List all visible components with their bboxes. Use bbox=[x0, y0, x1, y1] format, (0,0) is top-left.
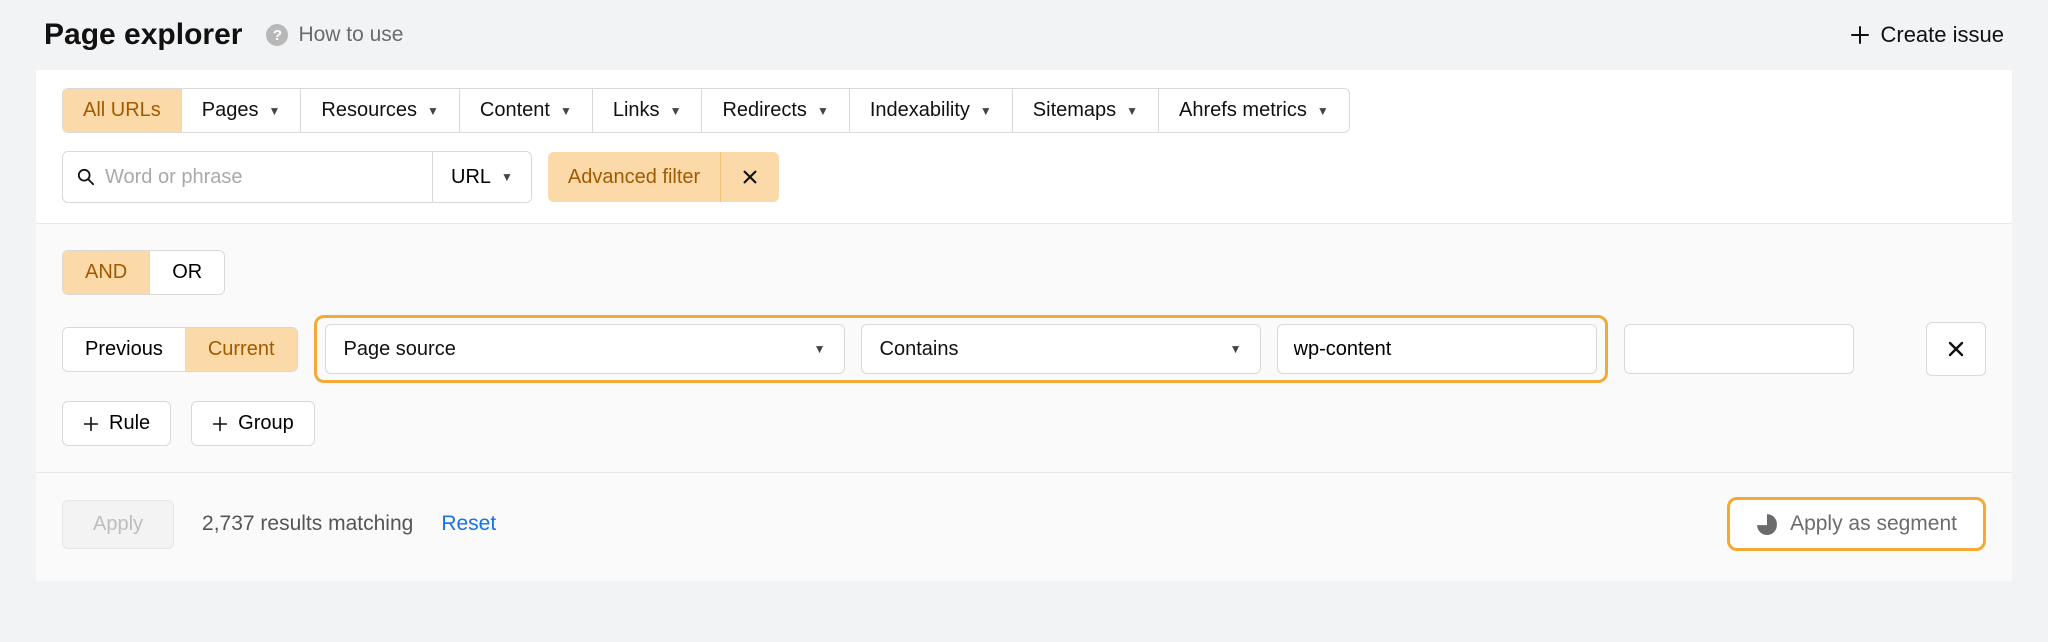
rule-operator-select[interactable]: Contains ▼ bbox=[861, 324, 1261, 374]
filter-tab-label: Indexability bbox=[870, 99, 970, 122]
apply-button[interactable]: Apply bbox=[62, 500, 174, 549]
search-box[interactable] bbox=[63, 152, 433, 202]
close-icon bbox=[741, 168, 759, 186]
logic-or[interactable]: OR bbox=[150, 251, 224, 294]
filter-tab-sitemaps[interactable]: Sitemaps ▼ bbox=[1013, 89, 1159, 132]
plus-icon bbox=[212, 416, 228, 432]
create-issue-button[interactable]: Create issue bbox=[1850, 22, 2004, 48]
caret-down-icon: ▼ bbox=[427, 104, 439, 118]
plus-icon bbox=[1850, 25, 1870, 45]
filter-tab-indexability[interactable]: Indexability ▼ bbox=[850, 89, 1013, 132]
apply-as-segment-button[interactable]: Apply as segment bbox=[1727, 497, 1986, 551]
add-rule-label: Rule bbox=[109, 412, 150, 435]
rule-operator-label: Contains bbox=[880, 338, 959, 361]
add-group-button[interactable]: Group bbox=[191, 401, 315, 446]
caret-down-icon: ▼ bbox=[814, 342, 826, 356]
rule-extra-field[interactable] bbox=[1624, 324, 1854, 374]
caret-down-icon: ▼ bbox=[1230, 342, 1242, 356]
rule-highlight: Page source ▼ Contains ▼ bbox=[314, 315, 1608, 383]
rule-field-label: Page source bbox=[344, 338, 456, 361]
filter-tab-label: All URLs bbox=[83, 99, 161, 122]
logic-and[interactable]: AND bbox=[63, 251, 150, 294]
caret-down-icon: ▼ bbox=[1317, 104, 1329, 118]
search-icon bbox=[77, 168, 95, 186]
caret-down-icon: ▼ bbox=[670, 104, 682, 118]
caret-down-icon: ▼ bbox=[269, 104, 281, 118]
prev-current-toggle: Previous Current bbox=[62, 327, 298, 372]
logic-toggle: AND OR bbox=[62, 250, 225, 295]
filter-tab-label: Pages bbox=[202, 99, 259, 122]
toggle-current[interactable]: Current bbox=[186, 328, 297, 371]
advanced-filter-button[interactable]: Advanced filter bbox=[548, 152, 721, 202]
how-to-use-label: How to use bbox=[298, 23, 403, 47]
reset-link[interactable]: Reset bbox=[441, 512, 496, 536]
caret-down-icon: ▼ bbox=[980, 104, 992, 118]
search-input[interactable] bbox=[105, 166, 418, 189]
caret-down-icon: ▼ bbox=[501, 170, 513, 184]
filter-tab-label: Links bbox=[613, 99, 660, 122]
pie-chart-icon bbox=[1756, 513, 1778, 535]
caret-down-icon: ▼ bbox=[560, 104, 572, 118]
filter-tab-pages[interactable]: Pages ▼ bbox=[182, 89, 302, 132]
plus-icon bbox=[83, 416, 99, 432]
filter-tab-label: Redirects bbox=[722, 99, 806, 122]
create-issue-label: Create issue bbox=[1880, 22, 2004, 48]
filter-tab-ahrefs-metrics[interactable]: Ahrefs metrics ▼ bbox=[1159, 89, 1349, 132]
filter-tabs: All URLsPages▼Resources▼Content▼Links▼Re… bbox=[62, 88, 1350, 133]
filter-tab-links[interactable]: Links ▼ bbox=[593, 89, 703, 132]
close-icon bbox=[1946, 339, 1966, 359]
add-rule-button[interactable]: Rule bbox=[62, 401, 171, 446]
toggle-previous[interactable]: Previous bbox=[63, 328, 186, 371]
apply-as-segment-label: Apply as segment bbox=[1790, 512, 1957, 536]
filter-tab-redirects[interactable]: Redirects ▼ bbox=[702, 89, 849, 132]
help-icon: ? bbox=[266, 24, 288, 46]
caret-down-icon: ▼ bbox=[1126, 104, 1138, 118]
filter-tab-resources[interactable]: Resources ▼ bbox=[301, 89, 460, 132]
caret-down-icon: ▼ bbox=[817, 104, 829, 118]
advanced-filter-close[interactable] bbox=[721, 152, 779, 202]
search-scope-label: URL bbox=[451, 166, 491, 189]
filter-tab-label: Resources bbox=[321, 99, 417, 122]
how-to-use-link[interactable]: ? How to use bbox=[266, 23, 403, 47]
filter-tab-label: Ahrefs metrics bbox=[1179, 99, 1307, 122]
filter-tab-all-urls[interactable]: All URLs bbox=[63, 89, 182, 132]
filter-tab-label: Sitemaps bbox=[1033, 99, 1116, 122]
search-scope-select[interactable]: URL ▼ bbox=[433, 152, 531, 202]
page-title: Page explorer bbox=[44, 18, 242, 52]
remove-rule-button[interactable] bbox=[1926, 322, 1986, 376]
filter-tab-label: Content bbox=[480, 99, 550, 122]
results-count: 2,737 results matching bbox=[202, 512, 413, 536]
add-group-label: Group bbox=[238, 412, 294, 435]
rule-field-select[interactable]: Page source ▼ bbox=[325, 324, 845, 374]
rule-value-input[interactable] bbox=[1277, 324, 1597, 374]
filter-tab-content[interactable]: Content ▼ bbox=[460, 89, 593, 132]
